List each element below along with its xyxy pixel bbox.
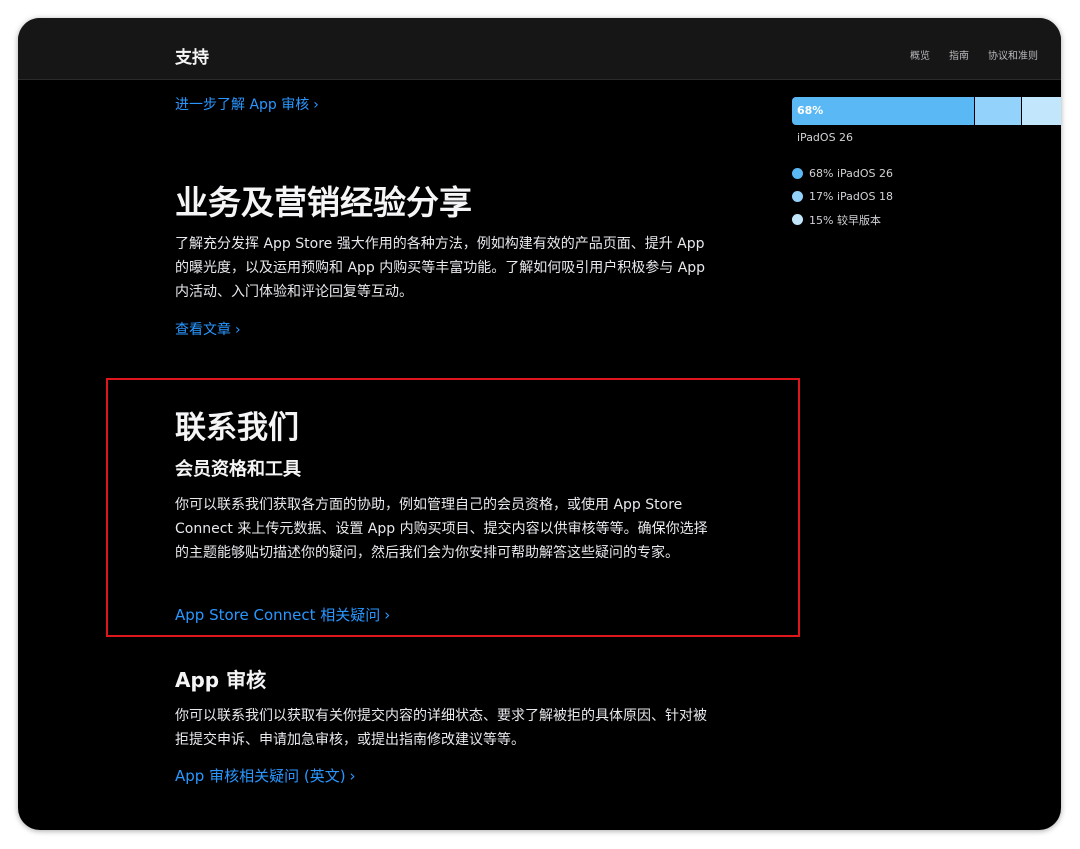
nav-title[interactable]: 支持: [175, 43, 209, 68]
nav-link-overview[interactable]: 概览: [910, 47, 930, 62]
usage-bar-label: 68%: [797, 104, 824, 117]
usage-bar-segment: 68%: [792, 97, 975, 125]
usage-bar-segment: [974, 97, 1021, 125]
learn-more-app-review-link[interactable]: 进一步了解 App 审核 ›: [175, 94, 319, 114]
legend-label: 17% iPadOS 18: [809, 190, 893, 203]
next-section-heading-cut: [175, 824, 182, 830]
business-section-body: 了解充分发挥 App Store 强大作用的各种方法，例如构建有效的产品页面、提…: [175, 236, 706, 300]
nav-links: 概览 指南 协议和准则: [910, 47, 1038, 62]
app-review-questions-link[interactable]: App 审核相关疑问 (英文) ›: [175, 765, 356, 786]
legend-item: 17% iPadOS 18: [792, 185, 893, 208]
legend-label: 68% iPadOS 26: [809, 167, 893, 180]
learn-more-link-label: 进一步了解 App 审核: [175, 97, 310, 113]
nav-bar: 支持 概览 指南 协议和准则: [18, 18, 1061, 80]
legend-dot-icon: [792, 168, 803, 179]
view-articles-link[interactable]: 查看文章 ›: [175, 319, 241, 339]
chevron-right-icon: ›: [349, 767, 356, 785]
legend-item: 68% iPadOS 26: [792, 162, 893, 185]
usage-bar-segment: [1020, 97, 1061, 125]
contact-section-body: 你可以联系我们获取各方面的协助，例如管理自己的会员资格，或使用 App Stor…: [175, 497, 708, 561]
legend-item: 15% 较早版本: [792, 208, 893, 231]
nav-link-agreements[interactable]: 协议和准则: [988, 47, 1038, 62]
legend-dot-icon: [792, 191, 803, 202]
chevron-right-icon: ›: [313, 97, 319, 113]
usage-bar-caption: iPadOS 26: [797, 131, 854, 144]
business-section-title: 业务及营销经验分享: [175, 183, 472, 222]
usage-legend: 68% iPadOS 26 17% iPadOS 18 15% 较早版本: [792, 162, 893, 231]
app-review-section-body: 你可以联系我们以获取有关你提交内容的详细状态、要求了解被拒的具体原因、针对被拒提…: [175, 708, 707, 748]
view-articles-label: 查看文章: [175, 322, 231, 338]
chevron-right-icon: ›: [235, 322, 241, 338]
app-store-connect-questions-link[interactable]: App Store Connect 相关疑问 ›: [175, 604, 390, 625]
nav-link-guides[interactable]: 指南: [949, 47, 969, 62]
contact-section-title: 联系我们: [175, 410, 299, 446]
legend-label: 15% 较早版本: [809, 213, 881, 227]
membership-subtitle: 会员资格和工具: [175, 459, 301, 480]
asc-questions-label: App Store Connect 相关疑问: [175, 606, 381, 624]
legend-dot-icon: [792, 214, 803, 225]
ipados-usage-bar: 68%: [792, 97, 1061, 125]
chevron-right-icon: ›: [384, 606, 391, 624]
app-window: 支持 概览 指南 协议和准则 进一步了解 App 审核 › 业务及营销经验分享 了…: [18, 18, 1061, 830]
app-review-section-title: App 审核: [175, 668, 267, 692]
app-review-questions-label: App 审核相关疑问 (英文): [175, 767, 346, 785]
